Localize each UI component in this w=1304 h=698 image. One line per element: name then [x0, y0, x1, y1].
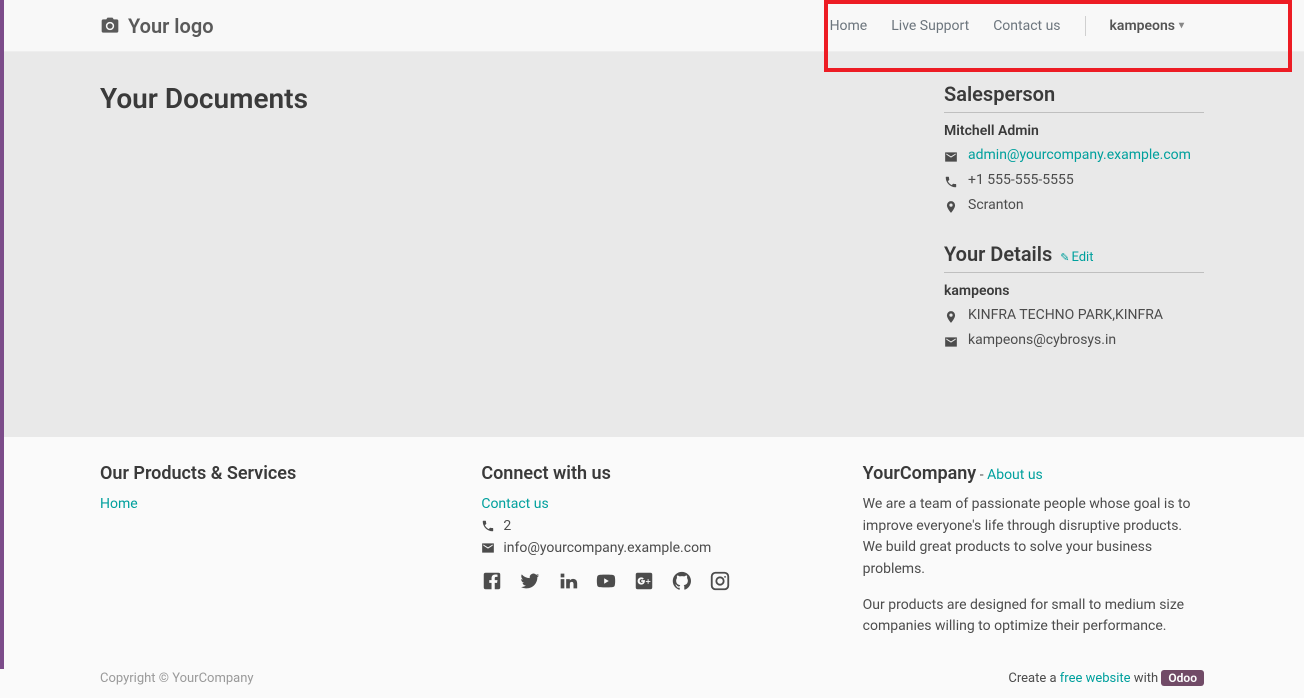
company-desc-1: We are a team of passionate people whose… [863, 494, 1204, 581]
logo[interactable]: Your logo [100, 14, 214, 38]
company-name: YourCompany [863, 463, 977, 484]
social-icons [481, 570, 822, 598]
footer-bottom: Copyright © YourCompany Create a free we… [100, 670, 1204, 686]
linkedin-icon[interactable] [557, 570, 579, 598]
your-details-section: Your Details ✎ Edit kampeons KINFRA TECH… [944, 242, 1204, 349]
footer-phone: 2 [503, 518, 511, 534]
details-email: kampeons@cybrosys.in [968, 332, 1116, 348]
phone-icon [944, 174, 958, 189]
salesperson-heading: Salesperson [944, 82, 1055, 106]
github-icon[interactable] [671, 570, 693, 598]
copyright: Copyright © YourCompany [100, 671, 254, 686]
details-address: KINFRA TECHNO PARK,KINFRA [968, 307, 1163, 323]
envelope-icon [944, 334, 958, 349]
sidebar-info: Salesperson Mitchell Admin admin@yourcom… [944, 82, 1204, 397]
nav-live-support[interactable]: Live Support [891, 18, 969, 34]
instagram-icon[interactable] [709, 570, 731, 598]
edit-label: Edit [1071, 250, 1093, 265]
nav-home[interactable]: Home [830, 18, 868, 34]
products-heading: Our Products & Services [100, 463, 441, 484]
details-heading: Your Details [944, 242, 1052, 266]
user-name: kampeons [1110, 18, 1175, 34]
salesperson-email[interactable]: admin@yourcompany.example.com [968, 147, 1191, 163]
salesperson-phone: +1 555-555-5555 [968, 172, 1074, 188]
user-menu[interactable]: kampeons ▾ [1110, 18, 1184, 34]
footer-connect-col: Connect with us Contact us 2 info@yourco… [481, 463, 822, 652]
footer-company-col: YourCompany - About us We are a team of … [863, 463, 1204, 652]
free-website-link[interactable]: free website [1060, 671, 1131, 686]
odoo-line: Create a free website with Odoo [1008, 670, 1204, 686]
page-title: Your Documents [100, 82, 904, 115]
nav-contact-us[interactable]: Contact us [993, 18, 1060, 34]
salesperson-section: Salesperson Mitchell Admin admin@yourcom… [944, 82, 1204, 214]
map-pin-icon [944, 199, 958, 214]
nav-separator [1085, 16, 1086, 36]
company-desc-2: Our products are designed for small to m… [863, 595, 1204, 638]
youtube-icon[interactable] [595, 570, 617, 598]
envelope-icon [944, 149, 958, 164]
topbar: Your logo Home Live Support Contact us k… [0, 0, 1304, 52]
footer-link-home[interactable]: Home [100, 496, 138, 512]
pencil-icon: ✎ [1060, 251, 1069, 264]
phone-icon [481, 518, 495, 534]
facebook-icon[interactable] [481, 570, 503, 598]
odoo-prefix: Create a [1008, 671, 1059, 686]
documents-panel: Your Documents [100, 82, 904, 397]
salesperson-name: Mitchell Admin [944, 123, 1204, 139]
odoo-badge[interactable]: Odoo [1161, 670, 1204, 686]
envelope-icon [481, 540, 495, 556]
google-plus-icon[interactable] [633, 570, 655, 598]
details-name: kampeons [944, 283, 1204, 299]
chevron-down-icon: ▾ [1179, 20, 1184, 31]
about-dash: - [980, 467, 987, 483]
footer-email: info@yourcompany.example.com [503, 540, 711, 556]
odoo-mid: with [1131, 671, 1162, 686]
logo-text: Your logo [128, 14, 214, 38]
salesperson-city: Scranton [968, 197, 1024, 213]
edit-details-button[interactable]: ✎ Edit [1060, 250, 1093, 265]
camera-icon [100, 16, 120, 36]
nav-links: Home Live Support Contact us kampeons ▾ [830, 16, 1284, 36]
map-pin-icon [944, 309, 958, 324]
footer-contact-link[interactable]: Contact us [481, 496, 548, 512]
about-us-link[interactable]: About us [987, 467, 1043, 483]
twitter-icon[interactable] [519, 570, 541, 598]
connect-heading: Connect with us [481, 463, 822, 484]
side-accent-strip [0, 0, 4, 669]
footer-products-col: Our Products & Services Home [100, 463, 441, 652]
footer: Our Products & Services Home Connect wit… [0, 437, 1304, 698]
main-area: Your Documents Salesperson Mitchell Admi… [0, 52, 1304, 437]
